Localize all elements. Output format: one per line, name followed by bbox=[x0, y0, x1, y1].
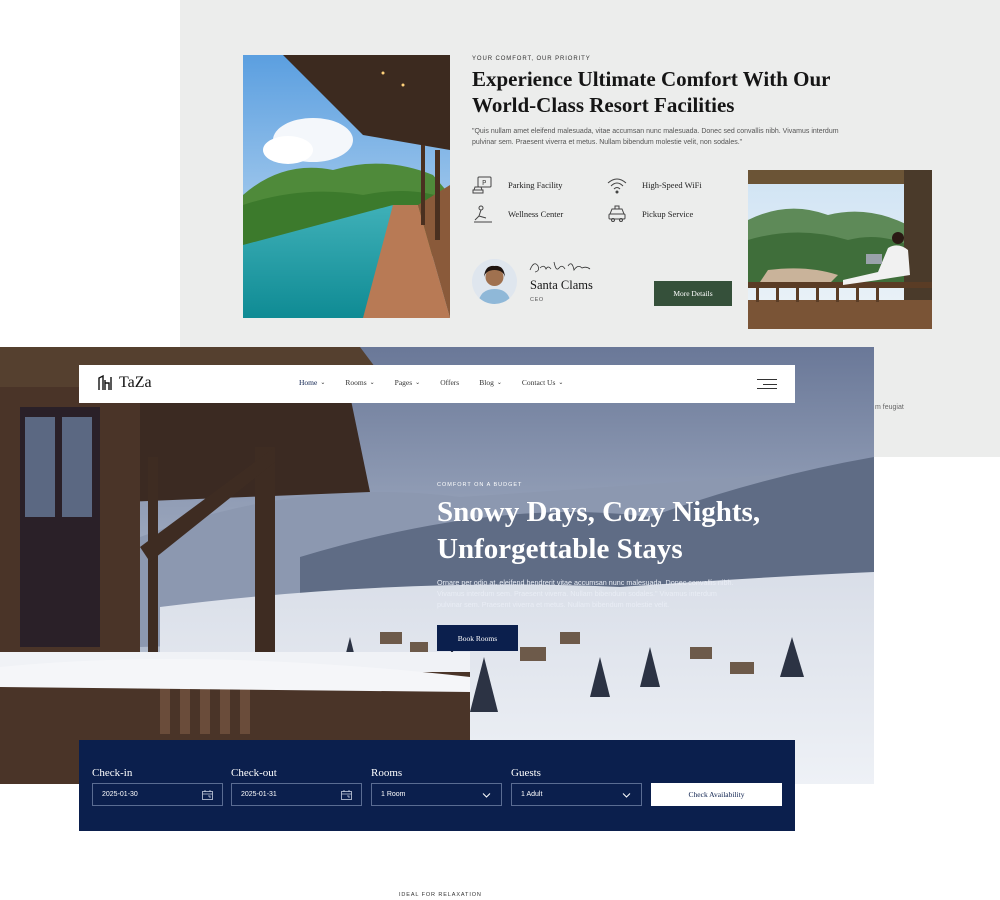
feature-pickup: Pickup Service bbox=[606, 204, 693, 224]
main-navbar: TaZa Home ⌄ Rooms ⌄ Pages ⌄ Offers Blog ⌄ Co… bbox=[79, 365, 795, 403]
guests-field: Guests 1 Adult bbox=[511, 767, 642, 806]
chevron-down-icon: ⌄ bbox=[415, 380, 421, 386]
facilities-description: "Quis nullam amet eleifend malesuada, vi… bbox=[472, 128, 839, 146]
wifi-icon bbox=[606, 175, 628, 195]
nav-menu: Home ⌄ Rooms ⌄ Pages ⌄ Offers Blog ⌄ Contact… bbox=[299, 378, 563, 387]
hamburger-menu-icon[interactable] bbox=[757, 379, 777, 389]
guests-select[interactable]: 1 Adult bbox=[511, 783, 642, 806]
nav-item-contact[interactable]: Contact Us ⌄ bbox=[522, 378, 564, 387]
car-icon bbox=[606, 204, 628, 224]
rooms-select[interactable]: 1 Room bbox=[371, 783, 502, 806]
checkin-input[interactable]: 2025-01-30 bbox=[92, 783, 223, 806]
feature-label: High-Speed WiFi bbox=[642, 180, 702, 190]
calendar-icon bbox=[202, 789, 213, 800]
signature-graphic bbox=[529, 261, 591, 273]
chevron-down-icon bbox=[621, 790, 632, 800]
nav-label: Offers bbox=[440, 378, 460, 387]
chevron-down-icon: ⌄ bbox=[369, 380, 375, 386]
chevron-down-icon bbox=[481, 790, 492, 800]
chevron-down-icon: ⌄ bbox=[320, 380, 326, 386]
logo-text: TaZa bbox=[119, 374, 152, 391]
guests-label: Guests bbox=[511, 767, 541, 779]
nav-label: Contact Us bbox=[521, 378, 556, 387]
truncated-text: m feugiat bbox=[875, 404, 904, 411]
checkout-value: 2025-01-31 bbox=[241, 791, 277, 798]
facilities-eyebrow: YOUR COMFORT, OUR PRIORITY bbox=[472, 56, 591, 62]
nav-item-home[interactable]: Home ⌄ bbox=[299, 378, 325, 387]
chevron-down-icon: ⌄ bbox=[558, 380, 564, 386]
feature-wifi: High-Speed WiFi bbox=[606, 175, 702, 195]
logo[interactable]: TaZa bbox=[97, 374, 152, 392]
parking-icon: P bbox=[472, 175, 494, 195]
more-details-button[interactable]: More Details bbox=[654, 281, 732, 306]
checkout-input[interactable]: 2025-01-31 bbox=[231, 783, 362, 806]
guests-value: 1 Adult bbox=[521, 791, 543, 798]
booking-bar: Check-in 2025-01-30 Check-out 2025-01-31… bbox=[79, 740, 795, 831]
logo-icon bbox=[98, 374, 112, 390]
hero-eyebrow: COMFORT ON A BUDGET bbox=[437, 482, 523, 488]
nav-label: Home bbox=[299, 378, 318, 387]
feature-wellness: Wellness Center bbox=[472, 204, 563, 224]
check-availability-button[interactable]: Check Availability bbox=[651, 783, 782, 806]
checkout-field: Check-out 2025-01-31 bbox=[231, 767, 362, 806]
nav-label: Blog bbox=[479, 378, 494, 387]
hero-section: TaZa Home ⌄ Rooms ⌄ Pages ⌄ Offers Blog ⌄ Co… bbox=[0, 347, 874, 900]
facilities-title: Experience Ultimate Comfort With Our Wor… bbox=[472, 67, 831, 117]
rooms-value: 1 Room bbox=[381, 791, 406, 798]
nav-item-pages[interactable]: Pages ⌄ bbox=[395, 378, 421, 387]
nav-item-blog[interactable]: Blog ⌄ bbox=[479, 378, 502, 387]
feature-label: Pickup Service bbox=[642, 209, 694, 219]
checkin-value: 2025-01-30 bbox=[102, 791, 138, 798]
balcony-photo bbox=[748, 170, 932, 329]
nav-label: Rooms bbox=[345, 378, 367, 387]
feature-parking: P Parking Facility bbox=[472, 175, 563, 195]
rooms-field: Rooms 1 Room bbox=[371, 767, 502, 806]
feature-label: Wellness Center bbox=[508, 209, 564, 219]
nav-item-rooms[interactable]: Rooms ⌄ bbox=[345, 378, 374, 387]
pool-photo bbox=[243, 55, 450, 318]
ceo-avatar bbox=[472, 259, 517, 304]
hero-title-line-2: Unforgettable Stays bbox=[437, 533, 683, 565]
checkin-label: Check-in bbox=[92, 767, 133, 779]
checkin-field: Check-in 2025-01-30 bbox=[92, 767, 223, 806]
checkout-label: Check-out bbox=[231, 767, 277, 779]
wellness-icon bbox=[472, 204, 494, 224]
feature-label: Parking Facility bbox=[508, 180, 563, 190]
ceo-name: Santa Clams bbox=[530, 278, 593, 292]
relaxation-eyebrow: IDEAL FOR RELAXATION bbox=[399, 892, 482, 898]
hero-description: Ornare per odio at, eleifend hendrerit v… bbox=[437, 578, 734, 609]
chevron-down-icon: ⌄ bbox=[496, 380, 502, 386]
ceo-role: CEO bbox=[530, 297, 544, 303]
hero-title: Snowy Days, Cozy Nights, Unforgettable S… bbox=[437, 494, 837, 568]
nav-label: Pages bbox=[394, 378, 413, 387]
calendar-icon bbox=[341, 789, 352, 800]
rooms-label: Rooms bbox=[371, 767, 403, 779]
svg-text:P: P bbox=[482, 179, 486, 187]
hero-title-line-1: Snowy Days, Cozy Nights, bbox=[437, 496, 761, 528]
nav-item-offers[interactable]: Offers bbox=[440, 378, 459, 387]
book-rooms-button[interactable]: Book Rooms bbox=[437, 625, 518, 651]
